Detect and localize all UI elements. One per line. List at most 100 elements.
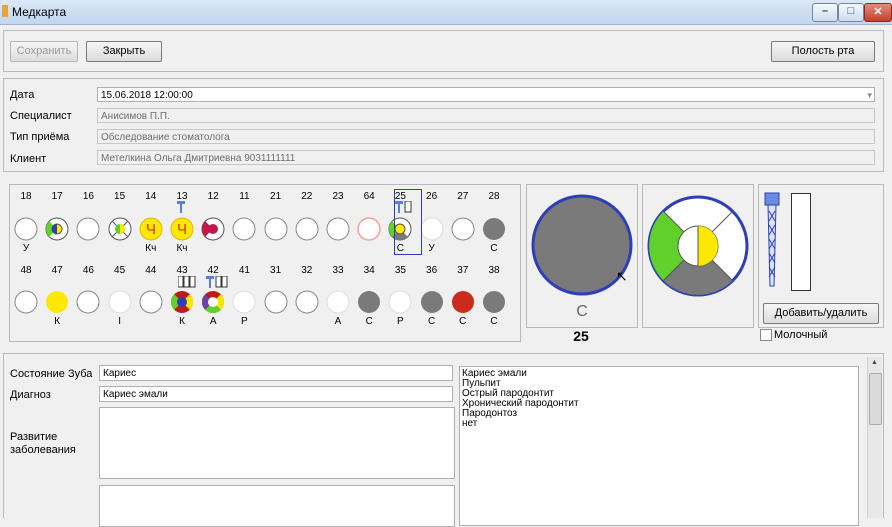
specialist-field: Анисимов П.П. [97,108,875,123]
tooth-44[interactable] [139,290,163,314]
oral-cavity-button[interactable]: Полость рта [771,41,875,62]
tooth-condition: А [334,316,342,327]
minimize-icon: – [821,5,829,17]
diagnosis-list-item[interactable]: нет [462,419,856,429]
client-field: Метелкина Ольга Дмитриевна 9031111111 [97,150,875,165]
scroll-up-icon[interactable]: ▲ [871,359,878,366]
tooth-32[interactable] [295,290,319,314]
calendar-dropdown-icon[interactable]: ▾ [867,88,872,103]
bracket-icon [206,275,230,290]
tooth-state-label: Состояние Зуба [10,368,93,380]
tooth-number: 12 [207,191,219,202]
date-picker[interactable]: 15.06.2018 12:00:00 ▾ [97,87,875,102]
tooth-condition: Р [241,316,248,327]
tooth-27[interactable] [451,217,475,241]
tooth-23[interactable] [326,217,350,241]
tooth-64[interactable] [357,217,381,241]
diagnosis-list-item[interactable]: Кариес эмали [462,369,856,379]
scroll-thumb[interactable] [869,373,882,425]
tooth-condition: Кч [176,243,188,254]
window-title: Медкарта [12,5,67,19]
tooth-48[interactable] [14,290,38,314]
minimize-button[interactable]: – [812,3,838,22]
tooth-28[interactable] [482,217,506,241]
diagnosis-list[interactable]: Кариес эмали Пульпит Острый пародонтит Хрон… [459,366,859,526]
date-value: 15.06.2018 12:00:00 [101,90,193,101]
tooth-36[interactable] [420,290,444,314]
close-button[interactable]: Закрыть [86,41,162,62]
milk-tooth-checkbox[interactable] [760,329,772,341]
tooth-35[interactable] [388,290,412,314]
tooth-number: 34 [363,265,375,276]
implant-icon [177,201,185,215]
tooth-number: 15 [114,191,126,202]
diagnosis-field[interactable]: Кариес эмали [99,386,453,402]
maximize-button[interactable]: □ [838,3,864,22]
tooth-condition: I [118,316,121,327]
tooth-21[interactable] [264,217,288,241]
tooth-46[interactable] [76,290,100,314]
close-window-button[interactable]: ✕ [864,3,892,22]
tooth-37[interactable] [451,290,475,314]
tooth-13[interactable]: Ч [170,217,194,241]
tooth-number: 33 [332,265,344,276]
tooth-state-field[interactable]: Кариес [99,365,453,381]
tooth-number: 18 [20,191,32,202]
surface-map-panel [642,184,754,328]
maximize-icon: □ [847,5,855,17]
date-label: Дата [10,89,35,101]
tooth-17[interactable] [45,217,69,241]
tooth-43[interactable] [170,290,194,314]
diagnosis-list-item[interactable]: Пародонтоз [462,409,856,419]
tooth-number: 28 [488,191,500,202]
close-icon: ✕ [873,6,883,18]
tooth-41[interactable] [232,290,256,314]
diagnosis-list-item[interactable]: Хронический пародонтит [462,399,856,409]
surface-map[interactable] [643,189,753,309]
tooth-number: 43 [176,265,188,276]
dental-chart-panel: 18 У 17 16 15 14 Ч Кч 13 Ч Кч 12 11 21 22 23 64 25 С 26 У 27 2… [9,184,521,342]
tooth-22[interactable] [295,217,319,241]
tooth-condition: У [428,243,435,254]
tooth-38[interactable] [482,290,506,314]
tooth-47[interactable] [45,290,69,314]
client-label: Клиент [10,153,47,165]
selected-tooth-number: 25 [573,328,589,344]
root-canal-bar [791,193,811,291]
tooth-16[interactable] [76,217,100,241]
tooth-number: 32 [301,265,313,276]
tooth-31[interactable] [264,290,288,314]
tooth-11[interactable] [232,217,256,241]
tooth-condition: С [490,243,498,254]
tooth-26[interactable] [420,217,444,241]
tooth-45[interactable] [108,290,132,314]
tooth-33[interactable] [326,290,350,314]
toolbar-panel: Сохранить Закрыть Полость рта [3,30,884,72]
tooth-number: 47 [51,265,63,276]
tooth-14[interactable]: Ч [139,217,163,241]
tooth-surface-view[interactable] [527,185,637,305]
tooth-34[interactable] [357,290,381,314]
tooth-15[interactable] [108,217,132,241]
tooth-42[interactable] [201,290,225,314]
tooth-number: 22 [301,191,313,202]
tooth-number: 31 [270,265,282,276]
visit-type-field: Обследование стоматолога [97,129,875,144]
tooth-number: 23 [332,191,344,202]
save-button[interactable]: Сохранить [10,41,78,62]
milk-tooth-label: Молочный [774,329,828,341]
tooth-condition: С [365,316,373,327]
svg-text:Ч: Ч [177,221,187,238]
app-icon [2,5,8,17]
tooth-18[interactable] [14,217,38,241]
tooth-12[interactable] [201,217,225,241]
tooth-number: 35 [394,265,406,276]
add-remove-button[interactable]: Добавить/удалить [763,303,879,324]
development-textarea[interactable] [99,407,455,479]
bracket-icon [177,275,200,290]
scrollbar[interactable]: ▲ [867,357,882,518]
tooth-condition-letter: С [576,303,588,320]
tooth-condition: У [22,243,30,254]
tooth-number: 26 [426,191,438,202]
notes-textarea[interactable] [99,485,455,527]
